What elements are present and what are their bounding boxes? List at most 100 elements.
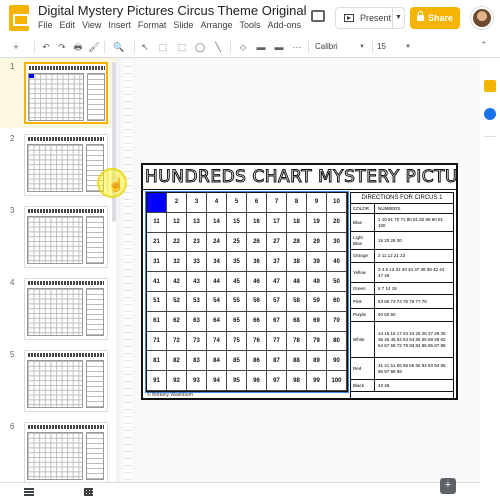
slides-logo-icon[interactable]: [9, 5, 29, 31]
select-icon[interactable]: ↖: [139, 40, 151, 54]
chart-cell[interactable]: 39: [307, 252, 327, 273]
font-dropdown-icon[interactable]: ▼: [358, 40, 366, 54]
share-button[interactable]: Share: [410, 7, 460, 29]
chart-cell[interactable]: 34: [207, 252, 227, 273]
chart-cell[interactable]: 12: [167, 212, 187, 233]
chart-cell[interactable]: 89: [307, 351, 327, 372]
chart-cell[interactable]: 36: [247, 252, 267, 273]
print-icon[interactable]: 🖶: [72, 40, 84, 54]
new-slide-icon[interactable]: +: [10, 40, 22, 54]
chart-cell[interactable]: 81: [147, 351, 167, 372]
chart-cell[interactable]: 55: [227, 291, 247, 312]
chart-cell[interactable]: 57: [267, 291, 287, 312]
chart-cell[interactable]: 78: [287, 331, 307, 352]
chart-cell[interactable]: 46: [247, 272, 267, 292]
chart-cell[interactable]: 56: [247, 291, 267, 312]
chart-cell[interactable]: 73: [187, 331, 207, 352]
chart-cell[interactable]: 45: [227, 272, 247, 292]
filmstrip-view-icon[interactable]: [24, 488, 34, 496]
chart-cell[interactable]: 43: [187, 272, 207, 292]
chart-cell[interactable]: 24: [207, 232, 227, 253]
chart-cell[interactable]: 93: [187, 371, 207, 391]
chart-cell[interactable]: 52: [167, 291, 187, 312]
tasks-icon[interactable]: [484, 108, 496, 120]
keep-icon[interactable]: [484, 80, 496, 92]
chart-cell[interactable]: 83: [187, 351, 207, 372]
filmstrip-slide[interactable]: 3: [0, 202, 116, 272]
slide-canvas[interactable]: HUNDREDS CHART MYSTERY PICTURES 23456789…: [141, 163, 458, 400]
menu-file[interactable]: File: [38, 20, 53, 30]
chart-cell[interactable]: 47: [267, 272, 287, 292]
image-icon[interactable]: ⬚: [175, 40, 189, 54]
chart-cell[interactable]: 28: [287, 232, 307, 253]
chart-cell[interactable]: 79: [307, 331, 327, 352]
chart-cell[interactable]: 21: [147, 232, 167, 253]
chart-cell[interactable]: 48: [287, 272, 307, 292]
chart-cell[interactable]: 27: [267, 232, 287, 253]
present-button[interactable]: Present ▼: [335, 7, 405, 29]
filmstrip-scrollbar[interactable]: [112, 62, 116, 222]
chart-cell[interactable]: 91: [147, 371, 167, 391]
menu-format[interactable]: Format: [138, 20, 167, 30]
slide-thumbnail[interactable]: [24, 278, 108, 340]
chart-cell[interactable]: 10: [327, 193, 347, 213]
chart-cell[interactable]: 98: [287, 371, 307, 391]
chart-cell[interactable]: 50: [327, 272, 347, 292]
chart-cell[interactable]: 61: [147, 311, 167, 332]
shape-icon[interactable]: ◯: [193, 40, 207, 54]
chart-cell[interactable]: 5: [227, 193, 247, 213]
chart-cell[interactable]: 71: [147, 331, 167, 352]
chart-cell[interactable]: 69: [307, 311, 327, 332]
chart-cell[interactable]: 70: [327, 311, 347, 332]
chart-cell[interactable]: 96: [247, 371, 267, 391]
chart-cell[interactable]: 23: [187, 232, 207, 253]
border-weight-icon[interactable]: ▬: [272, 40, 286, 54]
chart-cell[interactable]: 66: [247, 311, 267, 332]
chart-cell[interactable]: [147, 193, 167, 213]
redo-icon[interactable]: ↷: [56, 40, 68, 54]
grid-view-icon[interactable]: [84, 488, 93, 496]
chart-cell[interactable]: 51: [147, 291, 167, 312]
slide-thumbnail[interactable]: [24, 206, 108, 268]
filmstrip-slide[interactable]: 6: [0, 418, 116, 482]
chart-cell[interactable]: 8: [287, 193, 307, 213]
slide-title[interactable]: HUNDREDS CHART MYSTERY PICTURES: [145, 166, 457, 188]
menu-edit[interactable]: Edit: [60, 20, 76, 30]
chart-cell[interactable]: 11: [147, 212, 167, 233]
filmstrip-slide[interactable]: 1: [0, 58, 116, 128]
directions-table[interactable]: DIRECTIONS FOR CIRCUS 1 COLOR NUMBERS Bl…: [350, 192, 454, 398]
paint-format-icon[interactable]: 🖌: [88, 40, 100, 54]
filmstrip-slide[interactable]: 5: [0, 346, 116, 416]
slide-thumbnail[interactable]: [24, 62, 108, 124]
chart-cell[interactable]: 3: [187, 193, 207, 213]
chart-cell[interactable]: 74: [207, 331, 227, 352]
chart-cell[interactable]: 59: [307, 291, 327, 312]
chart-cell[interactable]: 2: [167, 193, 187, 213]
chart-cell[interactable]: 42: [167, 272, 187, 292]
chart-cell[interactable]: 72: [167, 331, 187, 352]
chart-cell[interactable]: 29: [307, 232, 327, 253]
chart-cell[interactable]: 7: [267, 193, 287, 213]
chart-cell[interactable]: 82: [167, 351, 187, 372]
border-dash-icon[interactable]: ⋯: [290, 40, 304, 54]
chart-cell[interactable]: 76: [247, 331, 267, 352]
chart-cell[interactable]: 60: [327, 291, 347, 312]
chart-cell[interactable]: 62: [167, 311, 187, 332]
chart-cell[interactable]: 38: [287, 252, 307, 273]
menu-slide[interactable]: Slide: [173, 20, 193, 30]
menu-arrange[interactable]: Arrange: [200, 20, 232, 30]
menu-insert[interactable]: Insert: [108, 20, 131, 30]
chart-cell[interactable]: 80: [327, 331, 347, 352]
chart-cell[interactable]: 54: [207, 291, 227, 312]
textbox-icon[interactable]: ⬚: [155, 40, 171, 54]
chart-cell[interactable]: 33: [187, 252, 207, 273]
chart-cell[interactable]: 13: [187, 212, 207, 233]
chart-cell[interactable]: 31: [147, 252, 167, 273]
border-color-icon[interactable]: ▬: [254, 40, 268, 54]
chart-cell[interactable]: 17: [267, 212, 287, 233]
chart-cell[interactable]: 58: [287, 291, 307, 312]
chart-cell[interactable]: 14: [207, 212, 227, 233]
filmstrip-slide[interactable]: 4: [0, 274, 116, 344]
hundreds-chart-table[interactable]: 2 3 4 5 6 7 8 9 10 11 12 13 14 15 16 17 18 19 20 21 22 23 24 25…: [146, 192, 348, 392]
chart-cell[interactable]: 6: [247, 193, 267, 213]
